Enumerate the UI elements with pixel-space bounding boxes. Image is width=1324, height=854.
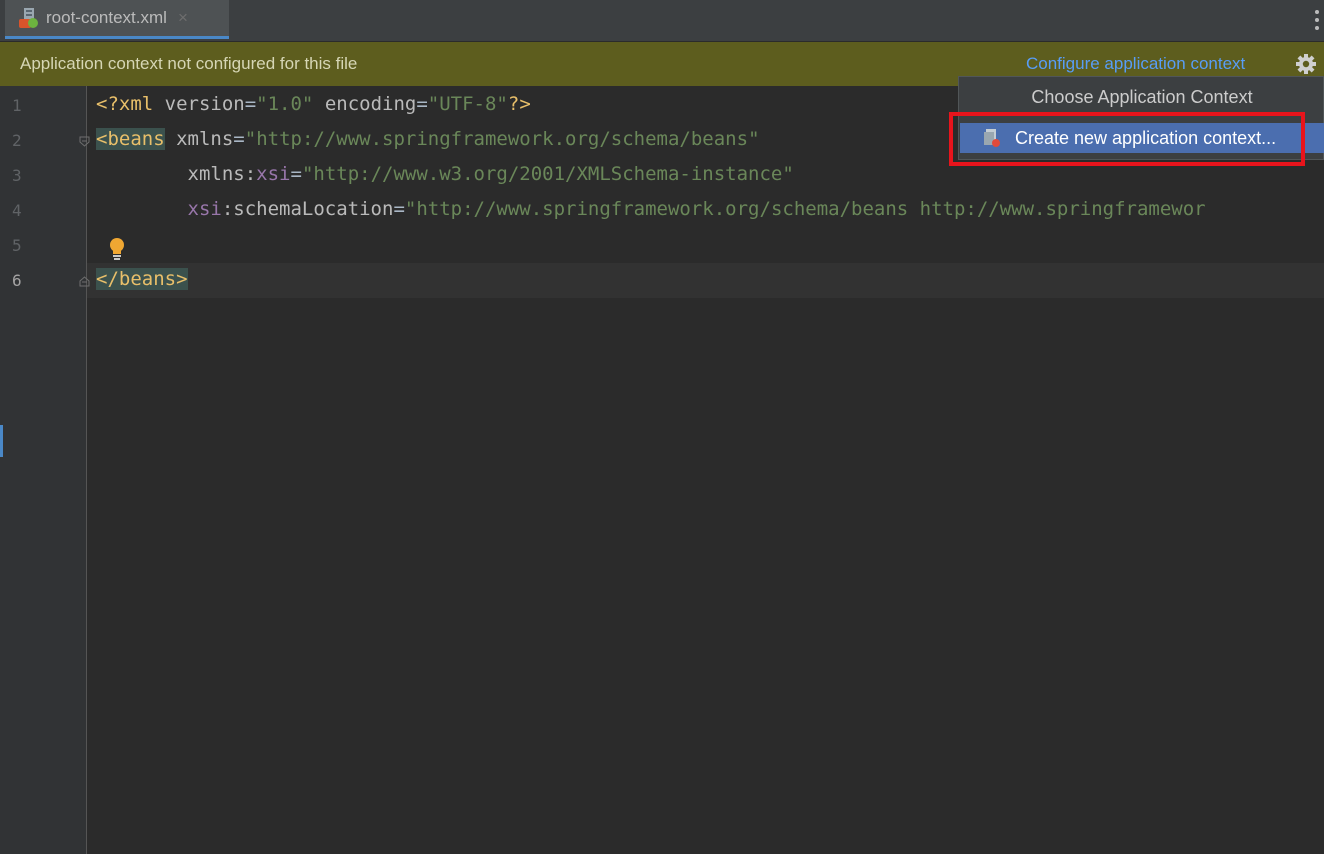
- tab-root-context-xml[interactable]: root-context.xml ×: [5, 0, 229, 39]
- gutter-divider: [86, 86, 87, 854]
- value-version: "1.0": [256, 93, 314, 115]
- code-line-6[interactable]: </beans>: [96, 268, 188, 290]
- line-number: 1: [12, 96, 22, 115]
- xml-declaration-open: <?xml: [96, 93, 165, 115]
- value-xmlns: "http://www.springframework.org/schema/b…: [244, 128, 760, 150]
- namespace-xsi: xsi: [187, 198, 222, 220]
- attr-xmlns-prefix: xmlns:: [187, 163, 257, 185]
- equals: =: [233, 128, 245, 150]
- line-number: 6: [12, 271, 22, 290]
- current-line-highlight: [87, 263, 1324, 298]
- spring-xml-file-icon: [18, 7, 40, 29]
- line-number: 5: [12, 236, 22, 255]
- line-number: 4: [12, 201, 22, 220]
- value-schema-location: "http://www.springframework.org/schema/b…: [404, 198, 1206, 220]
- popup-title: Choose Application Context: [1031, 87, 1253, 107]
- red-highlight-box: [949, 112, 1305, 166]
- code-line-2[interactable]: <beans xmlns="http://www.springframework…: [96, 128, 760, 150]
- value-xsi: "http://www.w3.org/2001/XMLSchema-instan…: [301, 163, 794, 185]
- fold-close-icon[interactable]: [79, 274, 90, 287]
- more-options-icon[interactable]: [1314, 10, 1320, 32]
- xml-declaration-close: ?>: [507, 93, 531, 115]
- namespace-xsi: xsi: [256, 163, 291, 185]
- code-line-1[interactable]: <?xml version="1.0" encoding="UTF-8"?>: [96, 93, 531, 115]
- code-line-3[interactable]: xmlns:xsi="http://www.w3.org/2001/XMLSch…: [96, 163, 794, 185]
- equals: =: [416, 93, 428, 115]
- equals: =: [244, 93, 257, 115]
- tab-label: root-context.xml: [46, 8, 167, 27]
- configure-application-context-link[interactable]: Configure application context: [1026, 54, 1245, 74]
- line-number: 3: [12, 166, 22, 185]
- tag-bracket: >: [176, 268, 188, 290]
- value-encoding: "UTF-8": [427, 93, 508, 115]
- attr-xmlns: xmlns: [176, 128, 234, 150]
- notification-message: Application context not configured for t…: [20, 54, 358, 73]
- fold-open-icon[interactable]: [79, 134, 90, 147]
- beans-close-tag: </beans: [96, 268, 177, 290]
- editor-tab-bar: root-context.xml ×: [0, 0, 1324, 42]
- equals: =: [290, 163, 302, 185]
- attr-schema-location: :schemaLocation: [221, 198, 394, 220]
- lightbulb-icon[interactable]: [108, 237, 126, 261]
- left-edge-marker: [0, 425, 3, 457]
- attr-version: version: [164, 93, 245, 115]
- beans-open-tag: <beans: [96, 128, 165, 150]
- code-line-4[interactable]: xsi:schemaLocation="http://www.springfra…: [96, 198, 1206, 220]
- close-icon[interactable]: ×: [178, 8, 188, 28]
- equals: =: [393, 198, 405, 220]
- attr-encoding: encoding: [324, 93, 417, 115]
- line-number: 2: [12, 131, 22, 150]
- gear-icon[interactable]: [1294, 52, 1318, 76]
